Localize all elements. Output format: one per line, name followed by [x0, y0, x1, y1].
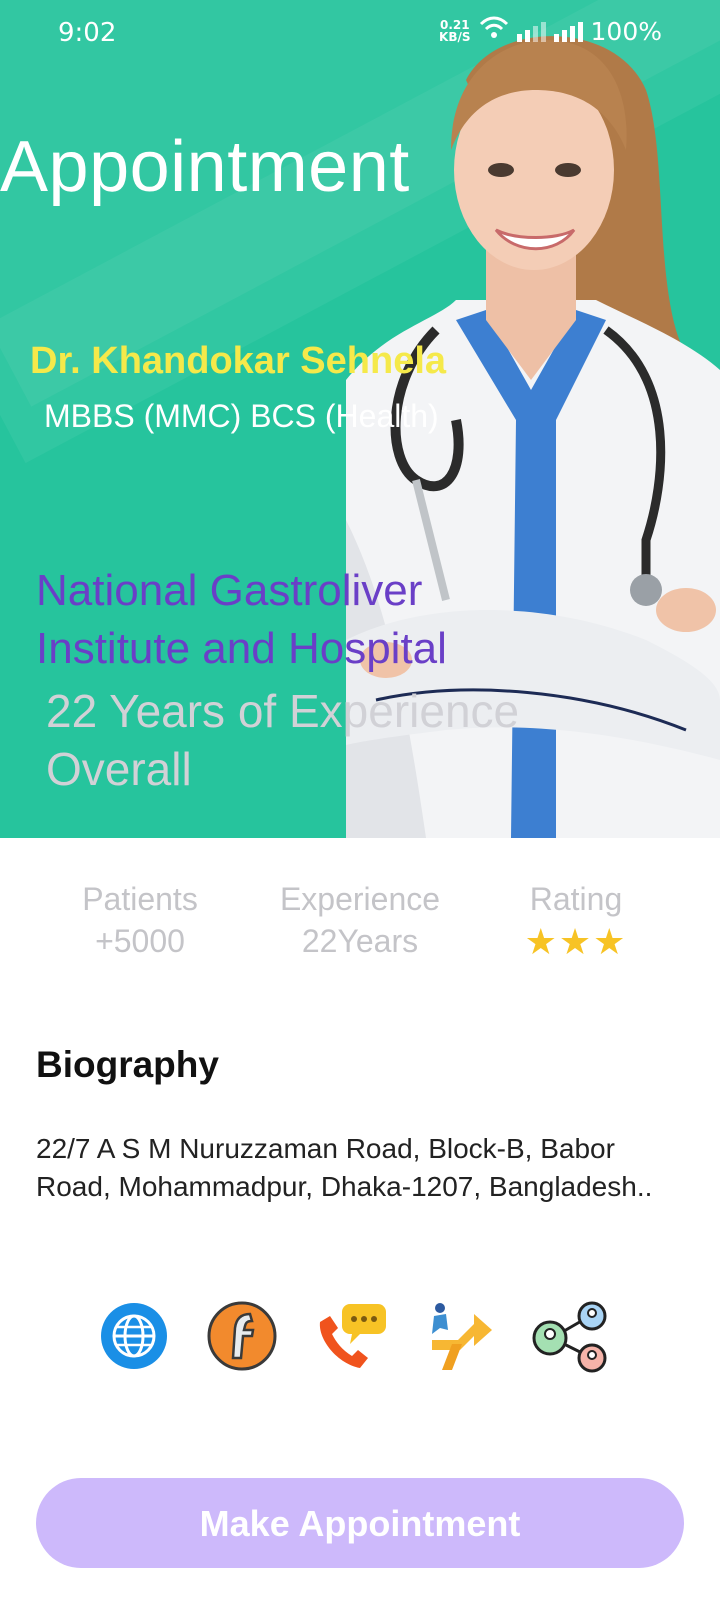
doctor-degree: MBBS (MMC) BCS (Health)	[44, 398, 439, 434]
stat-patients-value: +5000	[95, 923, 185, 959]
status-indicators: 0.21 KB/S 100%	[439, 16, 662, 46]
stat-rating-label: Rating	[529, 881, 623, 917]
stat-patients-label: Patients	[82, 881, 198, 917]
biography-title: Biography	[36, 1044, 219, 1085]
stat-experience-value: 22Years	[301, 923, 419, 959]
share-network-icon[interactable]	[530, 1300, 607, 1373]
page-title: Appointment	[0, 127, 410, 207]
network-speed: 0.21 KB/S	[439, 19, 470, 43]
call-chat-icon[interactable]	[314, 1300, 386, 1372]
network-speed-unit: KB/S	[439, 30, 471, 44]
make-appointment-button[interactable]: Make Appointment	[36, 1478, 684, 1568]
firefox-f-icon[interactable]	[206, 1300, 278, 1372]
hospital-name: National Gastroliver Institute and Hospi…	[36, 566, 447, 673]
doctor-name: Dr. Khandokar Sehnela	[30, 340, 447, 382]
directions-icon[interactable]	[422, 1300, 494, 1372]
status-bar: 9:02 0.21 KB/S 100%	[0, 0, 720, 66]
battery-level: 100%	[590, 16, 662, 46]
signal-icon	[516, 20, 546, 42]
rating-stars-icon: ★★★	[524, 921, 628, 962]
doctor-stats: Patients +5000 Experience 22Years Rating…	[0, 878, 720, 978]
biography-text: 22/7 A S M Nuruzzaman Road, Block-B, Bab…	[36, 1133, 653, 1202]
stat-experience: Experience 22Years	[250, 878, 470, 962]
contact-icons-row	[98, 1300, 638, 1384]
stat-rating: Rating ★★★	[466, 878, 686, 964]
globe-icon[interactable]	[98, 1300, 170, 1372]
experience-overall: 22 Years of Experience Overall	[46, 685, 520, 795]
signal-icon	[553, 20, 583, 42]
wifi-icon	[479, 16, 509, 46]
stat-experience-label: Experience	[279, 881, 441, 917]
stat-patients: Patients +5000	[30, 878, 250, 962]
status-time: 9:02	[58, 18, 117, 48]
